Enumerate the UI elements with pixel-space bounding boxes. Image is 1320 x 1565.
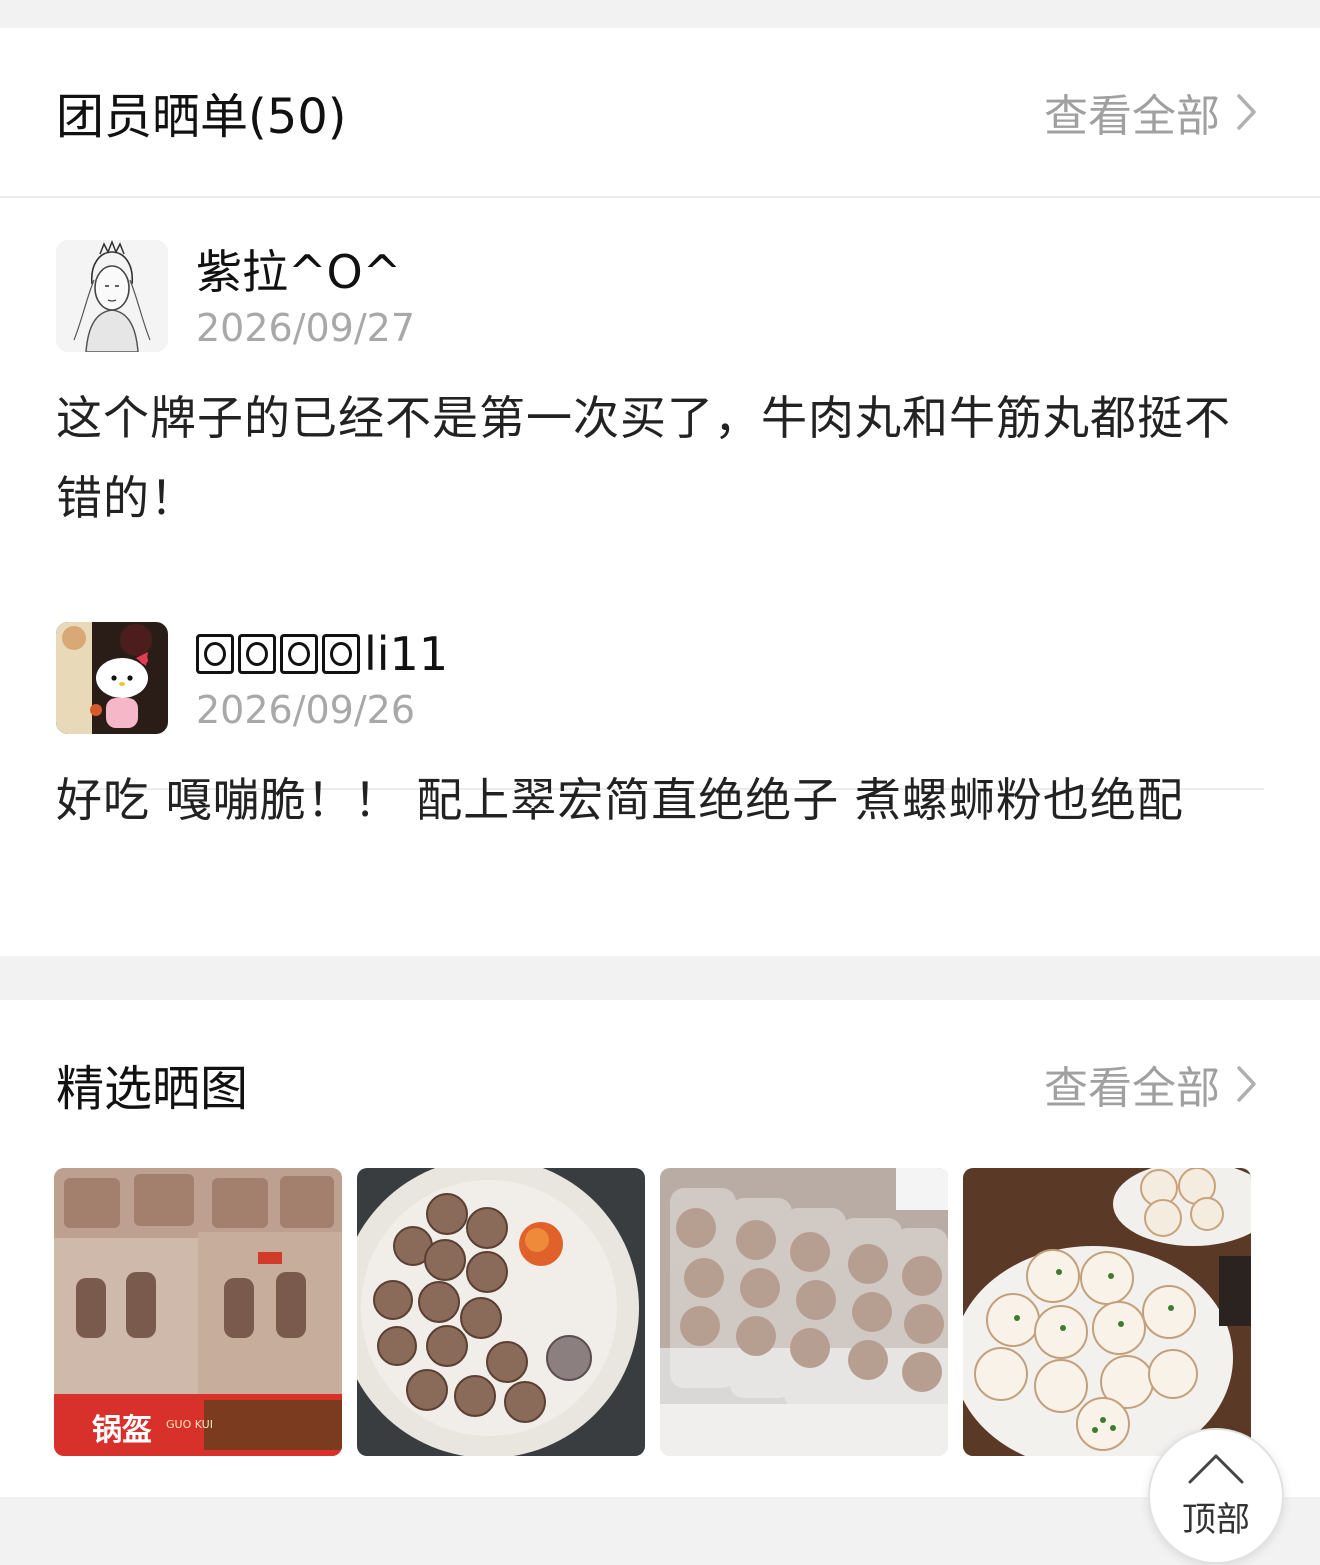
photo-gallery: 锅盔 GUO KUI bbox=[54, 1168, 1254, 1456]
packaging-text: 锅盔 bbox=[92, 1413, 152, 1448]
chevron-up-icon bbox=[1188, 1454, 1244, 1484]
pan-fried-buns-photo-icon bbox=[963, 1168, 1251, 1456]
unsupported-glyph-icon bbox=[196, 634, 234, 674]
frozen-meatball-bags-photo-icon bbox=[660, 1168, 948, 1456]
review-date: 2026/09/27 bbox=[196, 306, 416, 350]
chevron-right-icon bbox=[1237, 94, 1256, 130]
review-username-suffix: li11 bbox=[364, 627, 449, 681]
review-username: li11 bbox=[196, 626, 448, 682]
fried-meatballs-plate-photo-icon bbox=[357, 1168, 645, 1456]
chevron-right-icon bbox=[1237, 1066, 1256, 1102]
photos-card: 精选晒图 查看全部 锅盔 GUO KUI bbox=[0, 1000, 1320, 1497]
review-date: 2026/09/26 bbox=[196, 688, 416, 732]
avatar[interactable] bbox=[56, 240, 168, 352]
review-username: 紫拉^O^ bbox=[196, 245, 402, 299]
reviews-section-title: 团员晒单(50) bbox=[56, 89, 347, 145]
unsupported-glyph-icon bbox=[238, 634, 276, 674]
gallery-photo[interactable]: 锅盔 GUO KUI bbox=[54, 1168, 342, 1456]
reviews-header: 团员晒单(50) 查看全部 bbox=[0, 28, 1320, 198]
back-to-top-button[interactable]: 顶部 bbox=[1148, 1428, 1284, 1564]
reviews-view-all-button[interactable]: 查看全部 bbox=[1044, 80, 1258, 144]
review-text: 这个牌子的已经不是第一次买了，牛肉丸和牛筋丸都挺不错的！ bbox=[56, 391, 1231, 525]
view-all-label: 查看全部 bbox=[1044, 91, 1220, 142]
unsupported-glyph-icon bbox=[280, 634, 318, 674]
sketch-portrait-avatar-icon bbox=[56, 240, 168, 352]
avatar[interactable] bbox=[56, 622, 168, 734]
hello-kitty-plush-avatar-icon bbox=[56, 622, 168, 734]
gallery-photo[interactable] bbox=[963, 1168, 1251, 1456]
unsupported-glyph-icon bbox=[322, 634, 360, 674]
photos-header: 精选晒图 查看全部 bbox=[0, 1000, 1320, 1168]
photos-view-all-button[interactable]: 查看全部 bbox=[1044, 1052, 1258, 1116]
view-all-label: 查看全部 bbox=[1044, 1063, 1220, 1114]
review-text: 好吃 嘎嘣脆！！ 配上翠宏简直绝绝子 煮螺蛳粉也绝配 bbox=[56, 773, 1184, 827]
reviews-card: 团员晒单(50) 查看全部 紫拉^O^ 2026/09/27 这个牌子的已经不是… bbox=[0, 28, 1320, 956]
back-to-top-label: 顶部 bbox=[1182, 1500, 1250, 1540]
packaged-beef-balls-photo-icon: 锅盔 GUO KUI bbox=[54, 1168, 342, 1456]
packaging-subtext: GUO KUI bbox=[166, 1418, 213, 1431]
gallery-photo[interactable] bbox=[357, 1168, 645, 1456]
photos-section-title: 精选晒图 bbox=[56, 1061, 249, 1117]
gallery-photo[interactable] bbox=[660, 1168, 948, 1456]
